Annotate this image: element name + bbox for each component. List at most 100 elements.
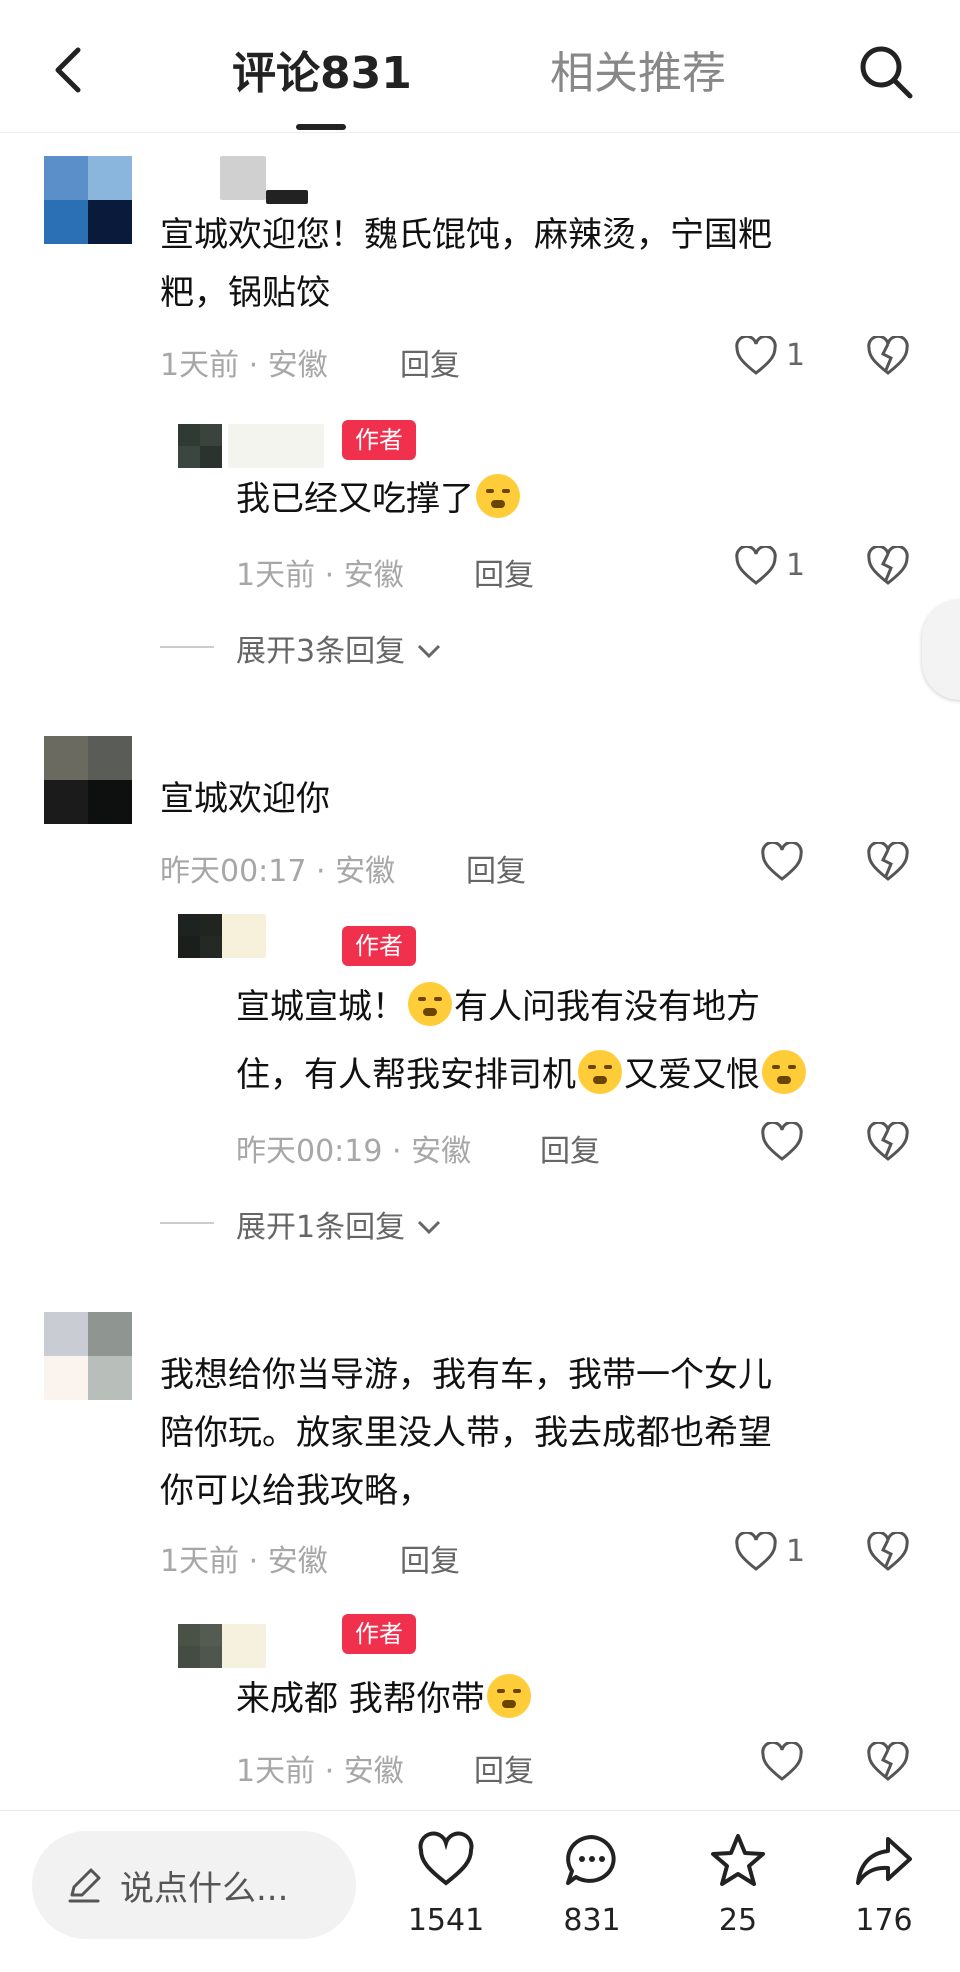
- comment-text-line: 粑，锅贴饺: [160, 273, 330, 313]
- meta-separator: ·: [316, 854, 326, 889]
- avatar[interactable]: [178, 914, 222, 958]
- chevron-left-icon[interactable]: [44, 44, 96, 96]
- comment-total: 831: [563, 1903, 621, 1938]
- share-button[interactable]: 176: [824, 1831, 944, 1938]
- favorite-total: 25: [718, 1903, 758, 1938]
- reply-button[interactable]: 回复: [400, 1536, 460, 1580]
- heart-icon[interactable]: [734, 546, 778, 586]
- like-count: 1: [786, 338, 806, 373]
- crying-emoji-icon: [408, 982, 452, 1026]
- like-count: 1: [786, 548, 806, 583]
- heart-icon[interactable]: [760, 1742, 804, 1782]
- heart-icon[interactable]: [734, 1532, 778, 1572]
- reply-text: 我已经又吃撑了: [236, 470, 522, 528]
- username-redacted[interactable]: [222, 1624, 266, 1668]
- expand-replies-label: 展开3条回复: [236, 634, 406, 669]
- meta-separator: ·: [324, 1754, 335, 1789]
- broken-heart-icon[interactable]: [866, 546, 910, 586]
- meta-separator: ·: [392, 1134, 402, 1169]
- comment-text-line: 陪你玩。放家里没人带，我去成都也希望: [160, 1413, 772, 1453]
- reply-button[interactable]: 回复: [474, 550, 534, 594]
- tab-related[interactable]: 相关推荐: [550, 48, 726, 100]
- username-redacted-mark: [266, 190, 308, 204]
- username-redacted[interactable]: [228, 424, 324, 468]
- smirking-emoji-icon: [486, 1674, 531, 1718]
- expand-replies-label: 展开1条回复: [236, 1210, 406, 1245]
- expand-divider: [160, 1222, 214, 1224]
- reply-meta: 昨天00:19 · 安徽: [236, 1126, 471, 1170]
- chevron-down-icon: [417, 1220, 440, 1235]
- reply-button[interactable]: 回复: [474, 1746, 534, 1790]
- reply-button[interactable]: 回复: [540, 1126, 600, 1170]
- reply-meta: 1天前 · 安徽: [236, 550, 404, 594]
- avatar[interactable]: [44, 1312, 132, 1400]
- reply-location: 安徽: [411, 1134, 472, 1169]
- avatar[interactable]: [178, 424, 222, 468]
- avatar[interactable]: [44, 736, 132, 824]
- bottom-bar: 说点什么... 1541 831 25 176: [0, 1810, 960, 1972]
- like-button[interactable]: 1541: [386, 1831, 506, 1938]
- broken-heart-icon[interactable]: [866, 1742, 910, 1782]
- floating-character-icon[interactable]: [922, 600, 960, 700]
- crying-emoji-icon: [578, 1050, 622, 1094]
- heart-icon[interactable]: [760, 842, 804, 882]
- broken-heart-icon[interactable]: [866, 842, 910, 882]
- reply-text-content: 又爱又恨: [624, 1055, 760, 1095]
- expand-replies-button[interactable]: 展开1条回复: [236, 1202, 443, 1246]
- chevron-down-icon: [417, 644, 440, 659]
- meta-separator: ·: [324, 558, 335, 593]
- reply-text-content: 有人问我有没有地方: [454, 987, 760, 1027]
- comment-location: 安徽: [267, 348, 328, 383]
- reply-text-content: 宣城宣城！: [236, 987, 406, 1027]
- heart-icon: [418, 1831, 474, 1886]
- comment-location: 安徽: [335, 854, 396, 889]
- laughing-crying-emoji-icon: [476, 474, 520, 518]
- reply-text: 来成都 我帮你带: [236, 1670, 533, 1728]
- tab-comments[interactable]: 评论831: [232, 48, 412, 100]
- top-bar: 评论831 相关推荐: [0, 0, 960, 133]
- favorite-button[interactable]: 25: [678, 1831, 798, 1938]
- meta-separator: ·: [248, 1544, 259, 1579]
- author-badge: 作者: [342, 1614, 416, 1654]
- comment-meta: 昨天00:17 · 安徽: [160, 846, 395, 890]
- search-icon[interactable]: [856, 42, 916, 102]
- comment-text-line: 宣城欢迎您！魏氏馄饨，麻辣烫，宁国粑: [160, 215, 772, 255]
- reply-time: 1天前: [236, 1754, 316, 1789]
- comment-meta: 1天前 · 安徽: [160, 340, 328, 384]
- share-total: 176: [855, 1903, 913, 1938]
- pencil-icon: [68, 1868, 101, 1903]
- reply-meta: 1天前 · 安徽: [236, 1746, 404, 1790]
- avatar[interactable]: [178, 1624, 222, 1668]
- expand-replies-button[interactable]: 展开3条回复: [236, 626, 443, 670]
- heart-icon[interactable]: [734, 336, 778, 376]
- share-arrow-icon: [856, 1837, 912, 1885]
- reply-button[interactable]: 回复: [400, 340, 460, 384]
- comment-button[interactable]: 831: [532, 1831, 652, 1938]
- broken-heart-icon[interactable]: [866, 1122, 910, 1162]
- username-redacted[interactable]: [222, 914, 266, 958]
- comment-bubble-icon: [566, 1835, 616, 1885]
- reply-location: 安徽: [343, 558, 404, 593]
- author-badge: 作者: [342, 926, 416, 966]
- avatar[interactable]: [44, 156, 132, 244]
- username-redacted[interactable]: [220, 156, 266, 200]
- comment-text-line: 我想给你当导游，我有车，我带一个女儿: [160, 1355, 772, 1395]
- comment-time: 昨天00:17: [160, 854, 307, 889]
- comment-location: 安徽: [267, 1544, 328, 1579]
- comment-input[interactable]: 说点什么...: [32, 1831, 356, 1939]
- comment-text-line: 宣城欢迎你: [160, 779, 330, 819]
- reply-text-line: 宣城宣城！ 有人问我有没有地方: [236, 978, 760, 1036]
- broken-heart-icon[interactable]: [866, 1532, 910, 1572]
- comment-input-placeholder: 说点什么...: [120, 1869, 289, 1909]
- comment-time: 1天前: [160, 1544, 240, 1579]
- reply-time: 1天前: [236, 558, 316, 593]
- broken-heart-icon[interactable]: [866, 336, 910, 376]
- heart-icon[interactable]: [760, 1122, 804, 1162]
- reply-time: 昨天00:19: [236, 1134, 383, 1169]
- like-total: 1541: [407, 1903, 485, 1938]
- reply-text-content: 来成都 我帮你带: [236, 1679, 485, 1719]
- author-badge: 作者: [342, 420, 416, 460]
- reply-button[interactable]: 回复: [466, 846, 526, 890]
- active-tab-indicator: [296, 124, 346, 130]
- reply-text-line: 住，有人帮我安排司机 又爱又恨: [236, 1046, 808, 1104]
